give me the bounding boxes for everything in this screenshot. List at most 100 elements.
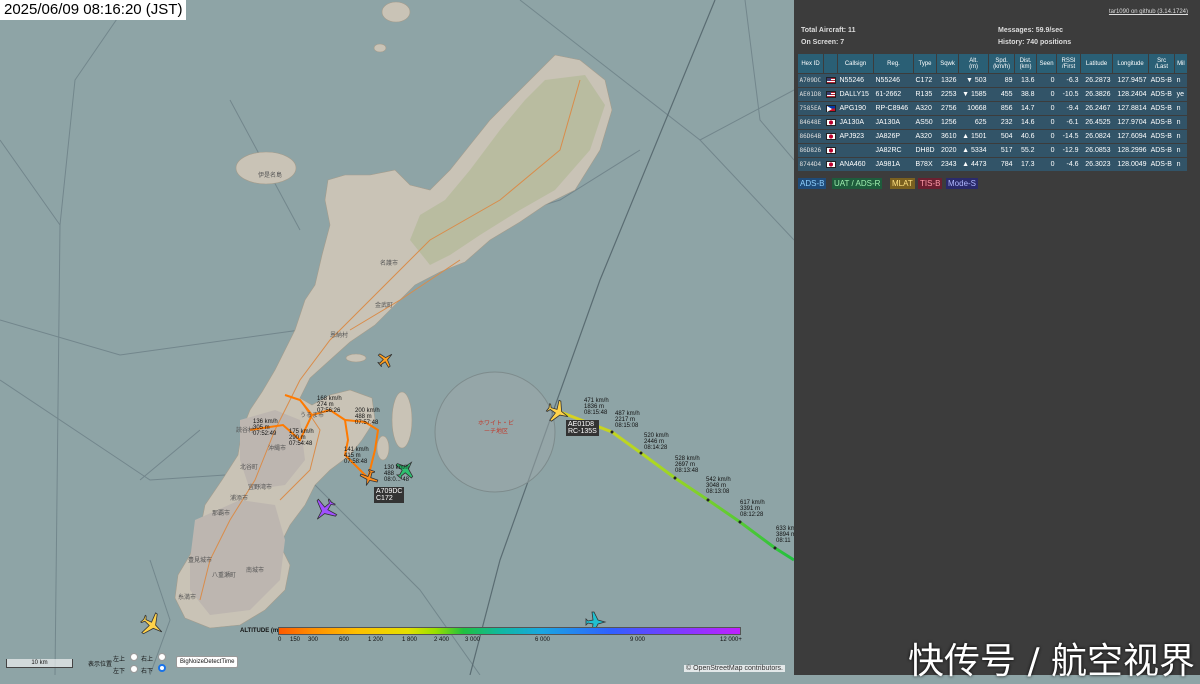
radio-bottom-left[interactable] (130, 665, 138, 673)
cell-type: A320 (913, 101, 937, 116)
table-row[interactable]: A709DC N55246 N55246 C172 1326 ▼ 503 89 13.6 0 -6… (797, 73, 1188, 88)
cell-lat: 26.3023 (1080, 157, 1113, 172)
place-label: 伊是名島 (258, 173, 283, 179)
cell-hex: 86D826 (797, 143, 824, 158)
map-view[interactable]: 2025/06/09 08:16:20 (JST) 名護市 伊是名島 沖縄市 う… (0, 0, 794, 675)
bignoize-detect-time-button[interactable]: BigNoizeDetectTime (176, 656, 239, 668)
clock: 2025/06/09 08:16:20 (JST) (0, 0, 187, 20)
version-link[interactable]: tar1090 on github (3.14.1724) (1109, 9, 1188, 15)
cell-lon: 128.2996 (1112, 143, 1149, 158)
jp-flag-icon (825, 160, 836, 168)
place-label: 那覇市 (212, 511, 231, 517)
cell-lon: 127.6094 (1112, 129, 1149, 144)
cell-lon: 127.9704 (1112, 115, 1149, 130)
source-badge[interactable]: UAT / ADS-R (832, 178, 883, 189)
cell-lon: 128.0049 (1112, 157, 1149, 172)
cell-reg: JA82RC (873, 143, 914, 158)
column-header[interactable]: Latitude (1080, 53, 1114, 74)
aircraft-a709dc-label[interactable]: A709DC C172 (374, 487, 405, 503)
cell-reg: 61-2662 (873, 87, 914, 102)
cell-callsign: APG190 (837, 101, 874, 116)
cell-src: ADS-B (1148, 129, 1175, 144)
column-header[interactable]: RSSI /First (1056, 53, 1082, 74)
source-badge[interactable]: TIS-B (918, 178, 943, 189)
track-label: 175 km/h 290 m 07:54:48 (289, 429, 314, 447)
aircraft-ae01d8-label[interactable]: AE01D8 RC-135S (566, 420, 599, 436)
hex-id: AE01D8 (568, 421, 595, 428)
column-header[interactable]: Hex ID (797, 53, 824, 74)
table-row[interactable]: 8744D4 ANA460 JA981A B78X 2343 ▲ 4473 784 17.3 0… (797, 157, 1188, 172)
cell-type: AS50 (913, 115, 937, 130)
cell-src: ADS-B (1148, 87, 1175, 102)
source-badge[interactable]: Mode-S (946, 178, 979, 189)
map-canvas (0, 0, 794, 675)
radio-top-left[interactable] (130, 653, 138, 661)
column-header[interactable]: Alt. (m) (958, 53, 990, 74)
radio-top-right[interactable] (158, 653, 166, 661)
cell-lon: 127.9457 (1112, 73, 1149, 88)
source-badge[interactable]: MLAT (890, 178, 915, 189)
cell-type: B78X (913, 157, 937, 172)
cell-alt: ▲ 1501 (958, 129, 989, 144)
cell-type: R135 (913, 87, 937, 102)
legend-tick: 12 000+ (720, 637, 742, 643)
legend-tick: 9 000 (630, 637, 646, 643)
cell-sqwk: 2253 (936, 87, 959, 102)
track-label: 633 km/h 3894 m 08:11 (776, 526, 794, 544)
legend-tick: 3 000 (465, 637, 481, 643)
cell-hex: 8744D4 (797, 157, 824, 172)
source-badge[interactable]: ADS-B (798, 178, 827, 189)
messages-rate: Messages: 59.9/sec (998, 27, 1063, 34)
column-header[interactable]: Callsign (837, 53, 874, 74)
cell-mil: n (1174, 129, 1188, 144)
column-header[interactable]: Sqwk (936, 53, 960, 74)
jp-flag-icon (825, 118, 836, 126)
column-header[interactable]: Type (912, 53, 938, 74)
track-label: 520 km/h 2446 m 08:14:28 (644, 433, 669, 451)
us-flag-icon (825, 90, 836, 98)
cell-seen: 0 (1036, 129, 1057, 144)
column-header[interactable]: Src /Last (1148, 53, 1176, 74)
column-header[interactable]: Reg. (873, 53, 914, 74)
scale-bar: 10 km (6, 659, 73, 668)
flag-icon (823, 115, 838, 130)
cell-hex: AE01D8 (797, 87, 824, 102)
table-row[interactable]: 86D64B APJ923 JA826P A320 3610 ▲ 1501 504 40.6 0… (797, 129, 1188, 144)
history-positions: History: 740 positions (998, 39, 1072, 46)
cell-lon: 128.2404 (1112, 87, 1149, 102)
column-header[interactable]: Longitude (1112, 53, 1150, 74)
cell-alt: ▲ 5334 (958, 143, 989, 158)
place-label: 南城市 (246, 568, 265, 574)
cell-spd: 89 (988, 73, 1015, 88)
column-header[interactable] (823, 53, 838, 74)
column-header[interactable]: Mil (1174, 53, 1188, 74)
track-label: 471 km/h 1836 m 08:15:48 (584, 398, 609, 416)
column-header[interactable]: Seen (1036, 53, 1058, 74)
cell-rssi: -6.1 (1056, 115, 1081, 130)
cell-sqwk: 2343 (936, 157, 959, 172)
table-row[interactable]: 7585EA APG190 RP-C8946 A320 2756 10668 856 14.7… (797, 101, 1188, 116)
cell-reg: JA826P (873, 129, 914, 144)
column-header[interactable]: Spd. (km/h) (988, 53, 1016, 74)
column-header[interactable]: Dist. (km) (1014, 53, 1038, 74)
legend-tick: 600 (339, 637, 350, 643)
cell-type: DH8D (913, 143, 937, 158)
cell-callsign: APJ923 (837, 129, 874, 144)
cell-mil: n (1174, 115, 1188, 130)
table-row[interactable]: 84648E JA130A JA130A AS50 1256 625 232 14.6 0 -6.… (797, 115, 1188, 130)
table-row[interactable]: 86D826 JA82RC DH8D 2020 ▲ 5334 517 55.2 0 -12.9 2… (797, 143, 1188, 158)
map-credit[interactable]: © OpenStreetMap contributors. (684, 665, 785, 672)
cell-lat: 26.0824 (1080, 129, 1113, 144)
cell-alt: 625 (958, 115, 989, 130)
aircraft-7585ea-icon[interactable] (308, 494, 341, 527)
table-row[interactable]: AE01D8 DALLY15 61-2662 R135 2253 ▼ 1585 455 38.… (797, 87, 1188, 102)
option-label: 左上 (113, 657, 126, 663)
aircraft-type: C172 (376, 495, 393, 502)
option-label: 左下 (113, 669, 126, 675)
radio-bottom-right[interactable] (158, 664, 166, 672)
cell-mil: n (1174, 157, 1188, 172)
sidebar-panel: tar1090 on github (3.14.1724) Total Airc… (794, 0, 1200, 675)
aircraft-8744d4-icon[interactable] (374, 348, 397, 371)
total-aircraft: Total Aircraft: 11 (801, 27, 856, 34)
cell-src: ADS-B (1148, 157, 1175, 172)
